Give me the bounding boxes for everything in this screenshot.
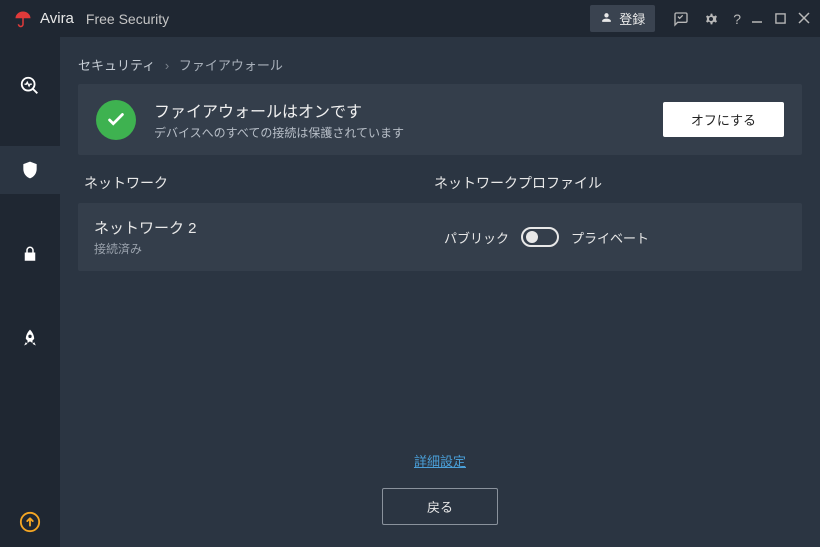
column-network-header: ネットワーク bbox=[84, 173, 434, 193]
brand-area: Avira Free Security bbox=[14, 10, 169, 28]
breadcrumb-current: ファイアウォール bbox=[179, 58, 283, 73]
sidebar-item-security[interactable] bbox=[0, 146, 60, 194]
product-name: Free Security bbox=[86, 11, 169, 27]
window-controls bbox=[751, 11, 810, 27]
status-panel: ファイアウォールはオンです デバイスへのすべての接続は保護されています オフにす… bbox=[78, 84, 802, 155]
help-icon[interactable]: ? bbox=[733, 11, 741, 27]
brand-name: Avira bbox=[40, 10, 74, 27]
close-button[interactable] bbox=[798, 11, 810, 27]
shield-icon bbox=[19, 159, 41, 181]
signin-label: 登録 bbox=[619, 9, 645, 28]
maximize-button[interactable] bbox=[775, 11, 786, 27]
breadcrumb-root[interactable]: セキュリティ bbox=[78, 58, 155, 73]
turn-off-button[interactable]: オフにする bbox=[663, 102, 784, 137]
toggle-knob bbox=[526, 231, 538, 243]
titlebar: Avira Free Security 登録 ? bbox=[0, 0, 820, 37]
upgrade-icon bbox=[19, 511, 41, 533]
network-state: 接続済み bbox=[94, 240, 444, 257]
status-ok-icon bbox=[96, 100, 136, 140]
footer: 詳細設定 戻る bbox=[78, 451, 802, 533]
breadcrumb: セキュリティ › ファイアウォール bbox=[78, 55, 802, 74]
back-button[interactable]: 戻る bbox=[382, 488, 498, 525]
sidebar-item-performance[interactable] bbox=[0, 314, 60, 362]
sidebar bbox=[0, 37, 60, 547]
sidebar-item-status[interactable] bbox=[0, 62, 60, 110]
network-row: ネットワーク 2 接続済み パブリック プライベート bbox=[78, 203, 802, 271]
columns-header: ネットワーク ネットワークプロファイル bbox=[78, 155, 802, 203]
lock-icon bbox=[19, 243, 41, 265]
status-title: ファイアウォールはオンです bbox=[154, 98, 645, 122]
feedback-icon[interactable] bbox=[673, 11, 689, 27]
signin-button[interactable]: 登録 bbox=[590, 5, 655, 32]
profile-public-label: パブリック bbox=[444, 228, 509, 247]
sidebar-item-upgrade[interactable] bbox=[0, 511, 60, 533]
advanced-settings-link[interactable]: 詳細設定 bbox=[414, 451, 466, 470]
user-icon bbox=[600, 11, 613, 27]
column-profile-header: ネットワークプロファイル bbox=[434, 173, 796, 193]
gear-icon[interactable] bbox=[703, 11, 719, 27]
profile-toggle[interactable] bbox=[521, 227, 559, 247]
magnifier-pulse-icon bbox=[19, 75, 41, 97]
content-area: セキュリティ › ファイアウォール ファイアウォールはオンです デバイスへのすべ… bbox=[60, 37, 820, 547]
sidebar-item-privacy[interactable] bbox=[0, 230, 60, 278]
network-name: ネットワーク 2 bbox=[94, 217, 444, 238]
minimize-button[interactable] bbox=[751, 11, 763, 27]
chevron-right-icon: › bbox=[165, 58, 169, 73]
avira-logo-icon bbox=[14, 10, 32, 28]
titlebar-icons: ? bbox=[673, 11, 741, 27]
profile-private-label: プライベート bbox=[571, 228, 649, 247]
status-subtitle: デバイスへのすべての接続は保護されています bbox=[154, 124, 645, 141]
rocket-icon bbox=[19, 327, 41, 349]
